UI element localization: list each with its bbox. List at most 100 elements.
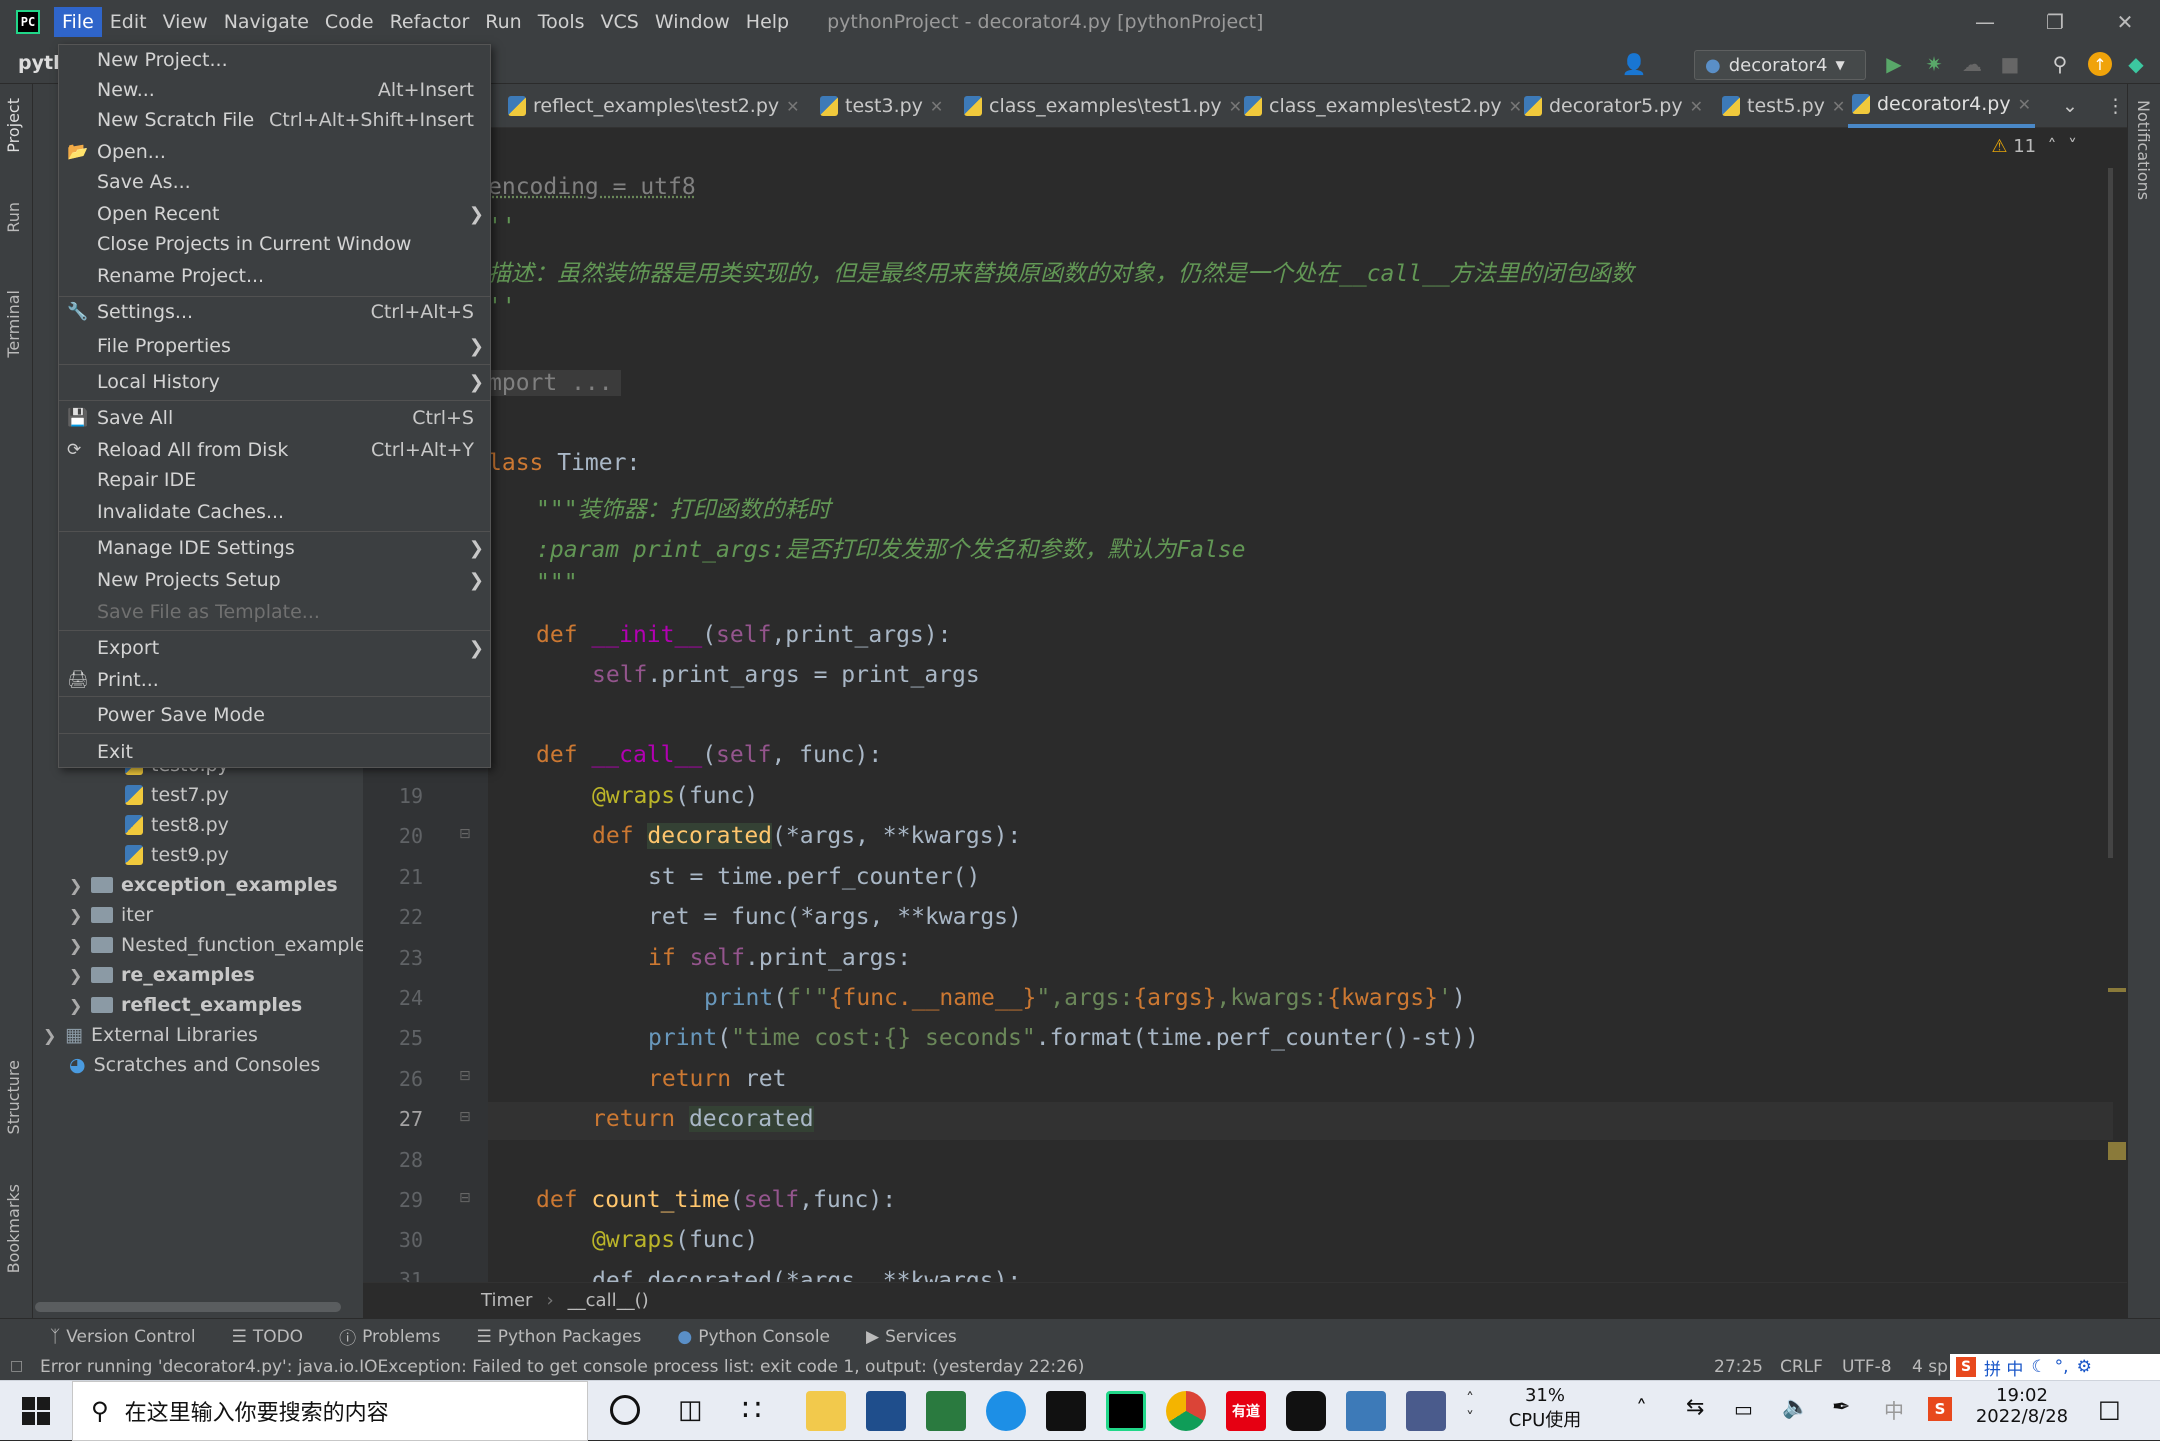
windows-start-icon[interactable] (22, 1397, 50, 1425)
terminal-tool-tab[interactable]: Terminal (4, 290, 23, 358)
menu-item-repair-ide[interactable]: Repair IDE (59, 465, 490, 495)
search-icon[interactable]: ⚲ (2048, 52, 2072, 76)
menu-item-manage-ide-settings[interactable]: Manage IDE Settings ❯ (59, 533, 490, 563)
tree-folder[interactable]: ❯ reflect_examples (69, 994, 302, 1016)
menu-window[interactable]: Window (647, 7, 738, 37)
menu-item-save-as[interactable]: Save As... (59, 167, 490, 197)
battery-icon[interactable]: ▭ (1734, 1397, 1753, 1421)
menu-item-settings[interactable]: 🔧 Settings... Ctrl+Alt+S (59, 297, 490, 327)
tree-external-libraries[interactable]: ❯ ▦ External Libraries (43, 1024, 258, 1046)
python-idle-icon[interactable] (1346, 1391, 1386, 1431)
menu-item-export[interactable]: Export ❯ (59, 633, 490, 663)
indent-setting[interactable]: 4 sp (1912, 1357, 1948, 1377)
tree-folder[interactable]: ❯ exception_examples (69, 874, 338, 896)
tab-python-console[interactable]: ● Python Console (677, 1327, 830, 1347)
menu-view[interactable]: View (155, 7, 216, 37)
menu-refactor[interactable]: Refactor (382, 7, 478, 37)
status-toggle-icon[interactable]: □ (10, 1358, 23, 1374)
chrome-icon[interactable] (1166, 1391, 1206, 1431)
tab-test3[interactable]: test3.py ✕ (816, 84, 947, 128)
menu-help[interactable]: Help (738, 7, 797, 37)
run-config-select[interactable]: ● decorator4 ▼ (1694, 50, 1866, 80)
tabs-more-icon[interactable]: ⋮ (2102, 84, 2129, 128)
menu-item-save-all[interactable]: 💾 Save All Ctrl+S (59, 403, 490, 433)
menu-run[interactable]: Run (477, 7, 529, 37)
menu-item-open[interactable]: 📂 Open... (59, 137, 490, 167)
minimize-icon[interactable]: — (1950, 0, 2020, 44)
menu-tools[interactable]: Tools (530, 7, 593, 37)
fold-icon[interactable]: ⊟ (459, 826, 471, 842)
tab-problems[interactable]: ⓘ Problems (339, 1324, 440, 1350)
line-separator[interactable]: CRLF (1780, 1357, 1823, 1377)
close-tab-icon[interactable]: ✕ (1832, 97, 1845, 116)
menu-item-power-save-mode[interactable]: Power Save Mode (59, 700, 490, 730)
fold-icon[interactable]: ⊟ (459, 1190, 471, 1206)
structure-tool-tab[interactable]: Structure (4, 1060, 23, 1134)
breadcrumb-class[interactable]: Timer (481, 1290, 532, 1311)
jetbrains-ai-icon[interactable]: ◆ (2124, 52, 2148, 76)
close-icon[interactable]: ✕ (2090, 0, 2160, 44)
remote-desktop-icon[interactable] (1406, 1391, 1446, 1431)
sogou-tray-icon[interactable]: S (1928, 1397, 1952, 1421)
close-tab-icon[interactable]: ✕ (930, 97, 943, 116)
tab-version-control[interactable]: ᛉ Version Control (50, 1327, 196, 1347)
tree-item[interactable]: test7.py (125, 784, 229, 806)
pycharm-taskbar-icon[interactable] (1106, 1391, 1146, 1431)
run-icon[interactable]: ▶ (1882, 52, 1906, 76)
pen-icon[interactable]: ✒ (1832, 1395, 1850, 1420)
tab-class-test2[interactable]: class_examples\test2.py ✕ (1240, 84, 1526, 128)
youdao-icon[interactable]: 有道 (1226, 1391, 1266, 1431)
update-icon[interactable]: ↑ (2088, 52, 2112, 76)
cortana-icon[interactable] (610, 1395, 640, 1425)
tree-folder[interactable]: ❯ re_examples (69, 964, 255, 986)
restore-icon[interactable]: ❐ (2020, 0, 2090, 44)
coverage-icon[interactable]: ☁ (1960, 52, 1984, 76)
tree-folder[interactable]: ❯ Nested_function_examples (69, 934, 376, 956)
ime-indicator[interactable]: 中 (1884, 1395, 1904, 1424)
cpu-widget[interactable]: 31% CPU使用 (1500, 1385, 1590, 1432)
video-app-icon[interactable] (1286, 1391, 1326, 1431)
tab-decorator5[interactable]: decorator5.py ✕ (1520, 84, 1707, 128)
taskbar-search[interactable]: ⚲ 在这里输入你要搜索的内容 (72, 1381, 588, 1441)
file-encoding[interactable]: UTF-8 (1842, 1357, 1892, 1377)
menu-item-new-project[interactable]: New Project... (59, 45, 490, 75)
menu-code[interactable]: Code (317, 7, 382, 37)
tree-scratches[interactable]: ◕ Scratches and Consoles (69, 1054, 320, 1076)
clock[interactable]: 19:02 2022/8/28 (1972, 1385, 2072, 1427)
stop-icon[interactable]: ■ (1998, 52, 2022, 76)
breadcrumb-method[interactable]: __call__() (568, 1290, 649, 1311)
tab-reflect-test2[interactable]: reflect_examples\test2.py ✕ (504, 84, 804, 128)
tabs-dropdown-icon[interactable]: ⌄ (2058, 84, 2082, 128)
menu-item-new[interactable]: New... Alt+Insert (59, 75, 490, 105)
menu-item-exit[interactable]: Exit (59, 737, 490, 767)
tab-todo[interactable]: ☰ TODO (232, 1327, 304, 1347)
close-tab-icon[interactable]: ✕ (2018, 95, 2031, 114)
menu-navigate[interactable]: Navigate (216, 7, 317, 37)
tree-folder[interactable]: ❯ iter (69, 904, 153, 926)
project-tool-tab[interactable]: Project (4, 98, 23, 153)
wps-icon[interactable] (866, 1391, 906, 1431)
run-tool-tab[interactable]: Run (4, 202, 23, 233)
error-stripe-mark[interactable] (2108, 988, 2126, 992)
apps-grid-icon[interactable]: ∷ (742, 1393, 761, 1428)
menu-item-open-recent[interactable]: Open Recent ❯ (59, 199, 490, 229)
tab-python-packages[interactable]: ☰ Python Packages (476, 1327, 641, 1347)
overflow-chevron-icon[interactable]: ˄ ˅ (1466, 1389, 1474, 1427)
code-editor[interactable]: ⚠ 11 ˄ ˅ encoding = utf8 '' 描述：虽然装饰器是用类实… (488, 128, 2126, 1282)
menu-item-reload-all[interactable]: ⟳ Reload All from Disk Ctrl+Alt+Y (59, 435, 490, 465)
menu-item-invalidate-caches[interactable]: Invalidate Caches... (59, 497, 490, 527)
fold-icon[interactable]: ⊟ (459, 1109, 471, 1125)
notification-center-icon[interactable]: □ (2098, 1395, 2121, 1423)
tree-item[interactable]: test9.py (125, 844, 229, 866)
tab-services[interactable]: ▶ Services (866, 1327, 957, 1347)
editor-app-icon[interactable] (926, 1391, 966, 1431)
folded-imports[interactable]: mport ... (488, 370, 621, 396)
menu-item-close-projects[interactable]: Close Projects in Current Window (59, 229, 490, 259)
status-message[interactable]: Error running 'decorator4.py': java.io.I… (40, 1357, 1084, 1377)
menu-edit[interactable]: Edit (102, 7, 155, 37)
menu-file[interactable]: File (54, 7, 102, 37)
tab-decorator4[interactable]: decorator4.py ✕ (1848, 84, 2035, 128)
show-hidden-icons-icon[interactable]: ˄ (1636, 1397, 1647, 1422)
tab-class-test1[interactable]: class_examples\test1.py ✕ (960, 84, 1246, 128)
caret-position[interactable]: 27:25 (1714, 1357, 1763, 1377)
